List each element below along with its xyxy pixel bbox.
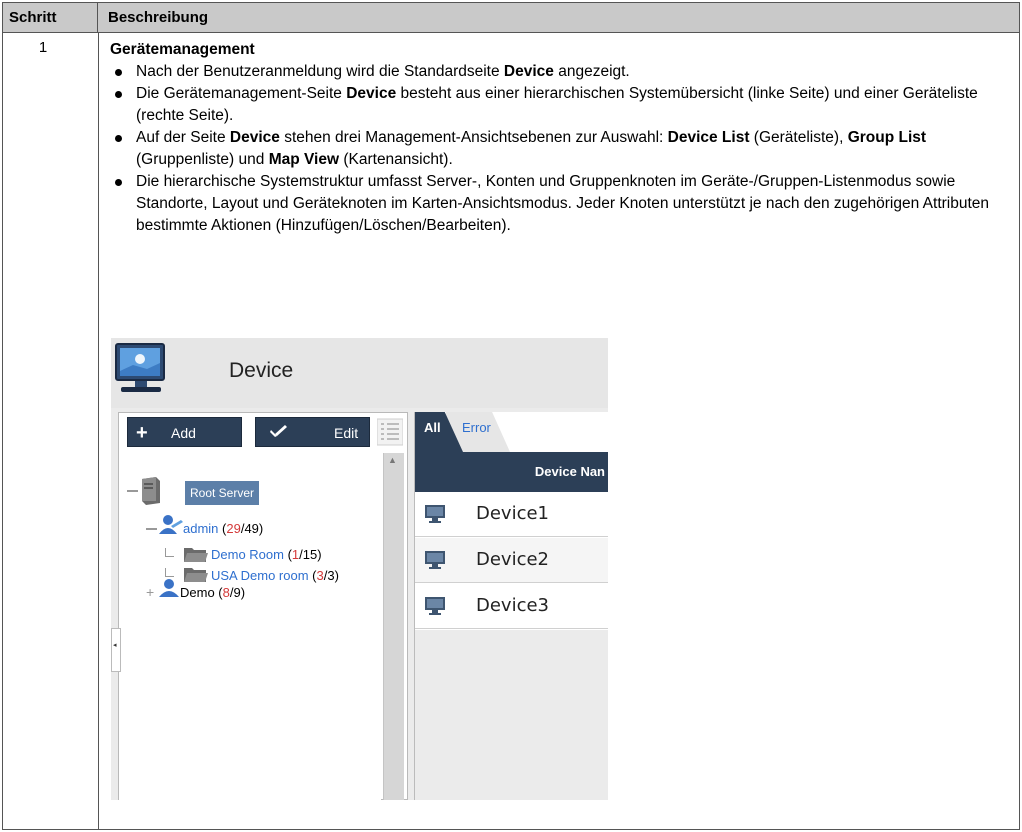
monitor-icon <box>425 597 445 615</box>
expand-demo-icon[interactable]: + <box>146 585 158 599</box>
screenshot-header: Device <box>111 338 608 408</box>
plus-icon: + <box>136 422 148 444</box>
column-divider <box>98 33 99 829</box>
table-row[interactable]: Device1 <box>415 492 608 537</box>
list-empty-area <box>415 630 608 800</box>
user-icon <box>159 579 179 597</box>
bullet-1: Nach der Benutzeranmeldung wird die Stan… <box>110 61 1010 83</box>
step-number: 1 <box>38 39 48 56</box>
table-row[interactable]: Device2 <box>415 538 608 583</box>
bullet-4: Die hierarchische Systemstruktur umfasst… <box>110 171 1010 237</box>
collapse-root-icon[interactable] <box>127 490 138 492</box>
table-header: Schritt Beschreibung <box>3 3 1019 33</box>
bullet-3: Auf der Seite Device stehen drei Managem… <box>110 127 1010 171</box>
list-view-icon[interactable] <box>377 417 403 447</box>
scroll-up-icon[interactable]: ▲ <box>388 455 397 465</box>
section-title: Gerätemanagement <box>110 41 255 58</box>
page-title: Device <box>229 359 294 382</box>
bullet-list: Nach der Benutzeranmeldung wird die Stan… <box>110 61 1010 237</box>
tree-connector <box>165 568 174 577</box>
header-description: Beschreibung <box>108 9 209 26</box>
pencil-icon <box>270 425 287 437</box>
collapse-panel-handle[interactable]: ◂ <box>111 628 121 672</box>
system-tree: Root Server admin (29/49) Demo Room (1/1… <box>119 453 381 800</box>
tree-node-usa-demo-room[interactable]: USA Demo room (3/3) <box>211 568 339 583</box>
view-tabs: Error All <box>415 412 608 452</box>
user-icon <box>159 515 183 534</box>
device-name: Device3 <box>476 595 550 616</box>
bullet-2: Die Gerätemanagement-Seite Device besteh… <box>110 83 1010 127</box>
hierarchy-panel: + Add Edit Root Server admin (29/49) Dem… <box>118 412 408 800</box>
monitor-icon <box>425 551 445 569</box>
chevron-left-icon: ◂ <box>113 642 117 649</box>
collapse-admin-icon[interactable] <box>146 528 157 530</box>
tree-node-root-server[interactable]: Root Server <box>185 481 260 505</box>
folder-icon <box>184 548 208 562</box>
tree-node-demo[interactable]: Demo (8/9) <box>180 585 245 600</box>
device-name-column-header[interactable]: Device Nan <box>415 452 608 492</box>
monitor-icon <box>425 505 445 523</box>
device-screenshot: Device + Add Edit Root Server admin (29/… <box>111 338 608 800</box>
tree-scrollbar[interactable]: ▲ <box>383 453 404 800</box>
header-step: Schritt <box>3 3 98 32</box>
edit-button[interactable]: Edit <box>255 417 370 447</box>
tree-connector <box>165 548 174 557</box>
add-button[interactable]: + Add <box>127 417 242 447</box>
monitor-icon <box>115 343 165 392</box>
tree-node-demo-room[interactable]: Demo Room (1/15) <box>211 547 322 562</box>
folder-icon <box>184 568 208 582</box>
server-icon <box>142 477 160 505</box>
device-name: Device2 <box>476 549 550 570</box>
device-name: Device1 <box>476 503 550 524</box>
tree-node-admin[interactable]: admin (29/49) <box>183 521 263 536</box>
step-description: Gerätemanagement Nach der Benutzeranmeld… <box>110 39 1010 237</box>
device-list-panel: Error All Device Nan Device1 Device2 Dev… <box>414 412 608 800</box>
table-row[interactable]: Device3 <box>415 584 608 629</box>
